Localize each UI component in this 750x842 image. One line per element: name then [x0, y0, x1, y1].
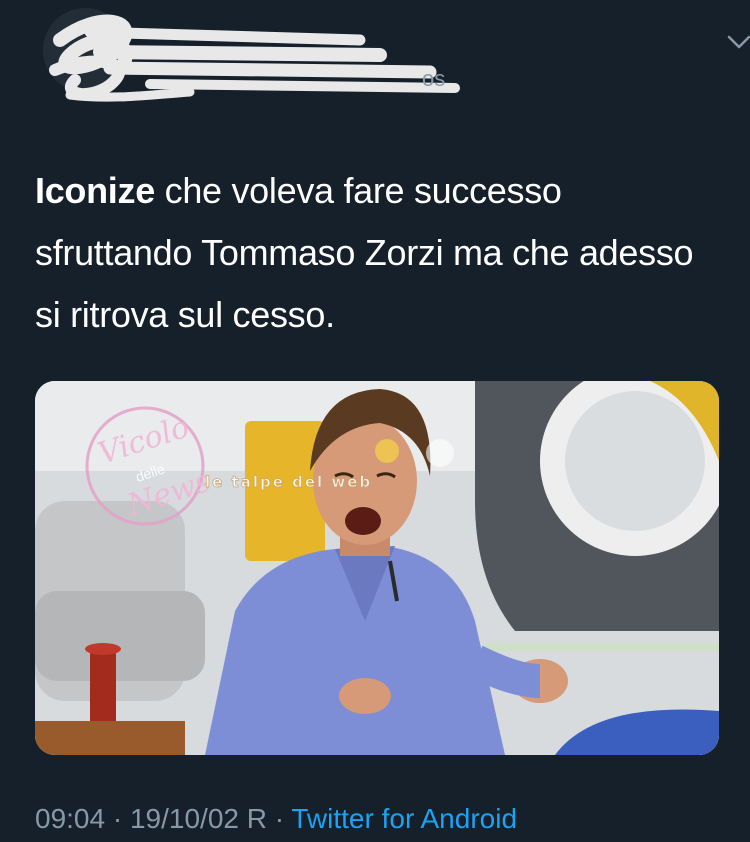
tweet-date: 19/10/02 R: [129, 803, 267, 834]
tweet-author-header[interactable]: os: [30, 0, 750, 120]
meta-separator: ·: [105, 803, 130, 834]
svg-text:os: os: [422, 66, 445, 91]
redaction-scribble: os: [43, 8, 460, 102]
tweet-detail: os Iconize che voleva fare successo sfru…: [0, 0, 750, 842]
tweet-media-image[interactable]: Vicolo delle News le talpe del web: [35, 381, 719, 755]
meta-separator: ·: [266, 803, 292, 834]
mention-iconize[interactable]: Iconize: [35, 170, 155, 211]
tweet-time: 09:04: [35, 803, 106, 834]
tweet-meta: 09:04 · 19/10/02 R · Twitter for Android: [35, 803, 517, 835]
tweet-source-link[interactable]: Twitter for Android: [291, 803, 517, 834]
chevron-down-icon[interactable]: [724, 30, 750, 54]
tweet-text: Iconize che voleva fare successo sfrutta…: [35, 160, 715, 346]
watermark-right-text: le talpe del web: [205, 473, 372, 491]
media-photo: Vicolo delle News le talpe del web: [35, 381, 719, 755]
